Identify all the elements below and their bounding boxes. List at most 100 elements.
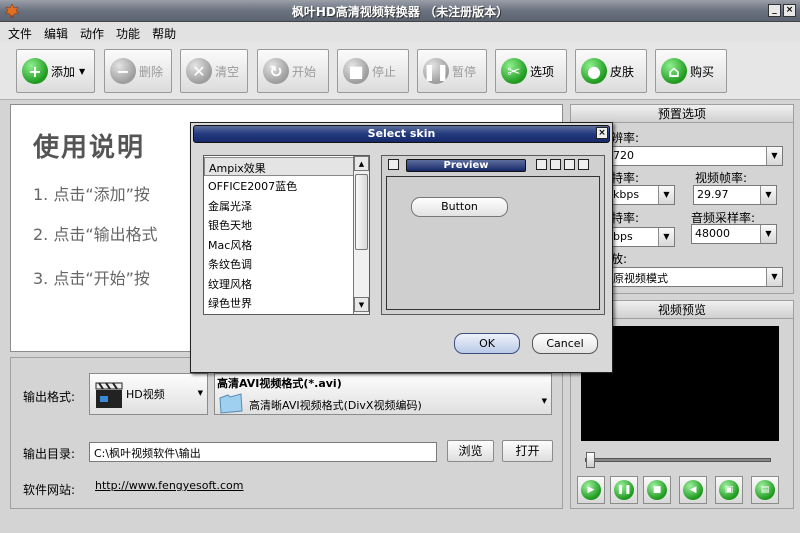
format-category-dropdown[interactable]: HD视频 ▼ [89,373,208,415]
zoom-select[interactable]: 原视频模式 ▼ [609,267,783,287]
skin-list-scrollbar[interactable]: ▲ ▼ [353,156,369,314]
chevron-down-icon[interactable]: ▼ [79,67,85,76]
skin-preview-title: Preview [406,159,526,172]
sample-rate-select[interactable]: 48000 ▼ [691,224,777,244]
menu-bar: 文件 编辑 动作 功能 帮助 [0,22,800,42]
scroll-up-icon[interactable]: ▲ [354,156,369,171]
instruction-step-2: 2. 点击“输出格式 [33,225,158,244]
stop-icon: ■ [647,480,667,500]
frame-rate-select[interactable]: 29.97 ▼ [693,185,777,205]
scroll-thumb[interactable] [355,174,368,250]
camera-icon: ▣ [719,480,739,500]
add-button[interactable]: + 添加 ▼ [16,49,95,93]
pause-icon: ❚❚ [614,480,634,500]
skin-button[interactable]: ● 皮肤 [575,49,647,93]
chevron-down-icon: ▼ [760,186,776,204]
menu-function[interactable]: 功能 [108,22,144,42]
instruction-step-1: 1. 点击“添加”按 [33,185,150,204]
options-button[interactable]: ✂ 选项 [495,49,567,93]
menu-file[interactable]: 文件 [0,22,36,42]
menu-action[interactable]: 动作 [72,22,108,42]
skin-list-item[interactable]: 条纹色调 [204,254,354,273]
ok-button[interactable]: OK [454,333,520,354]
skin-list-item[interactable]: OFFICE2007蓝色 [204,176,354,195]
skin-preview: Preview Button [381,155,605,315]
website-link[interactable]: http://www.fengyesoft.com [95,479,244,492]
resolution-select[interactable]: 720 ▼ [609,146,783,166]
volume-button[interactable]: ◀ [679,476,707,504]
audio-bitrate-select[interactable]: bps ▼ [609,227,675,247]
play-button[interactable]: ▶ [577,476,605,504]
skin-list-item[interactable]: 绿色世界 [204,293,354,312]
output-panel: 输出格式: HD视频 ▼ 高清AVI视频格式(*.avi) 高清晰AVI视频格式… [10,357,563,509]
menu-help[interactable]: 帮助 [144,22,180,42]
instruction-step-3: 3. 点击“开始”按 [33,269,150,288]
seek-slider-track[interactable] [585,458,771,462]
open-folder-button[interactable]: ▤ [751,476,779,504]
toolbar: + 添加 ▼ − 删除 ✕ 清空 ↻ 开始 ■ 停止 ❚❚ 暂停 ✂ 选项 ● 皮… [0,42,800,100]
cancel-button[interactable]: Cancel [532,333,598,354]
refresh-icon: ↻ [263,58,289,84]
open-button[interactable]: 打开 [502,440,553,462]
preview-sample-button: Button [411,197,508,217]
pause-preview-button[interactable]: ❚❚ [610,476,638,504]
play-icon: ▶ [581,480,601,500]
format-description: 高清晰AVI视频格式(DivX视频编码) [249,399,422,412]
skin-list-item[interactable]: 银色天地 [204,215,354,234]
snapshot-button[interactable]: ▣ [715,476,743,504]
apple-icon: ● [581,58,607,84]
stop-preview-button[interactable]: ■ [643,476,671,504]
website-label: 软件网站: [23,483,76,497]
minimize-icon [550,159,561,170]
scroll-down-icon[interactable]: ▼ [354,297,369,312]
select-skin-dialog: Select skin × Ampix效果 OFFICE2007蓝色 金属光泽 … [190,122,613,373]
minimize-icon [388,159,399,170]
folder-icon [219,393,243,414]
dialog-title: Select skin [193,125,610,143]
resolution-label: 辨率: [611,131,640,145]
clear-button[interactable]: ✕ 清空 [180,49,248,93]
maximize-icon [564,159,575,170]
pause-button[interactable]: ❚❚ 暂停 [417,49,487,93]
chevron-down-icon: ▼ [766,268,782,286]
output-format-label: 输出格式: [23,390,76,404]
video-bitrate-label: 特率: [611,171,640,185]
stop-button[interactable]: ■ 停止 [337,49,409,93]
skin-list-item[interactable]: 金属光泽 [204,196,354,215]
close-icon [578,159,589,170]
minus-icon: − [110,58,136,84]
title-bar: 枫叶HD高清视频转换器 （未注册版本） _ × [0,0,800,22]
zoom-label: 放: [611,252,628,266]
clear-icon: ✕ [186,58,212,84]
video-bitrate-select[interactable]: kbps ▼ [609,185,675,205]
seek-slider-thumb[interactable] [586,452,595,468]
minimize-button[interactable]: _ [768,4,781,17]
browse-button[interactable]: 浏览 [447,440,494,462]
output-directory-label: 输出目录: [23,447,76,461]
format-dropdown[interactable]: 高清AVI视频格式(*.avi) 高清晰AVI视频格式(DivX视频编码) ▼ [214,373,552,415]
instruction-title: 使用说明 [33,133,146,163]
start-button[interactable]: ↻ 开始 [257,49,329,93]
tools-icon: ✂ [501,58,527,84]
folder-icon: ▤ [755,480,775,500]
dialog-close-button[interactable]: × [596,127,608,139]
skin-list[interactable]: Ampix效果 OFFICE2007蓝色 金属光泽 银色天地 Mac风格 条纹色… [203,155,370,315]
skin-preview-area: Button [386,176,600,310]
menu-edit[interactable]: 编辑 [36,22,72,42]
buy-button[interactable]: ⌂ 购买 [655,49,727,93]
chevron-down-icon: ▼ [197,389,203,397]
speaker-icon: ◀ [683,480,703,500]
frame-rate-label: 视频帧率: [695,171,748,185]
skin-list-item[interactable]: 纹理风格 [204,274,354,293]
stop-icon: ■ [343,58,369,84]
audio-bitrate-label: 特率: [611,211,640,225]
window-title: 枫叶HD高清视频转换器 （未注册版本） [291,5,509,19]
output-directory-input[interactable]: C:\枫叶视频软件\输出 [89,442,437,462]
skin-list-item[interactable]: Mac风格 [204,235,354,254]
delete-button[interactable]: − 删除 [104,49,172,93]
preset-options-header: 预置选项 [571,105,793,123]
close-button[interactable]: × [783,4,796,17]
chevron-down-icon: ▼ [760,225,776,243]
chevron-down-icon: ▼ [766,147,782,165]
skin-list-item[interactable]: Ampix效果 [204,157,354,176]
